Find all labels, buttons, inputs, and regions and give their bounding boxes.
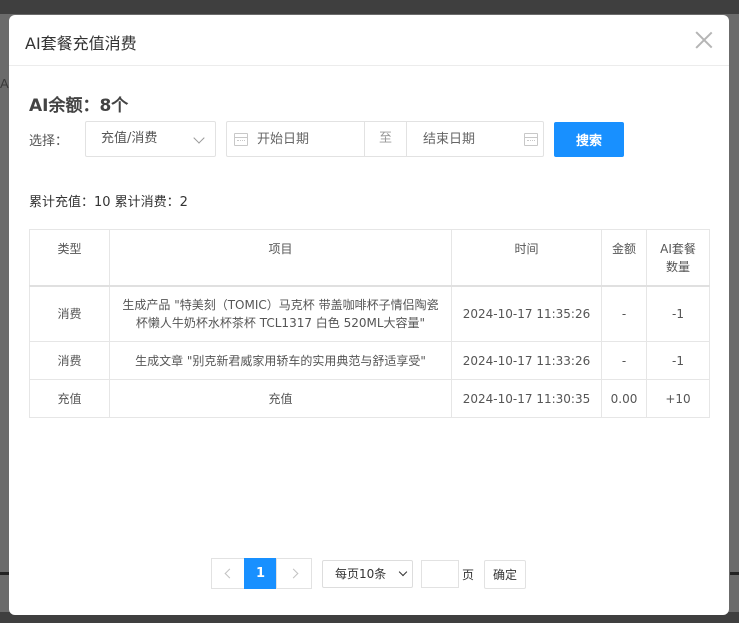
search-button[interactable]: 搜索	[554, 122, 624, 157]
cell-type: 消费	[29, 341, 110, 380]
start-date-input[interactable]	[257, 122, 362, 156]
chevron-right-icon	[288, 568, 299, 579]
page-unit-label: 页	[462, 568, 475, 582]
cell-quantity: -1	[646, 285, 710, 342]
column-header-type: 类型	[29, 229, 110, 286]
prev-page-button[interactable]	[211, 558, 245, 589]
confirm-jump-button[interactable]: 确定	[484, 560, 526, 589]
totals-summary: 累计充值：10 累计消费：2	[29, 195, 188, 210]
type-select-value: 充值/消费	[101, 131, 158, 146]
table-row: 消费 生成文章 "别克新君威家用轿车的实用典范与舒适享受" 2024-10-17…	[29, 341, 710, 380]
cell-amount: -	[601, 285, 647, 342]
close-icon[interactable]	[693, 29, 715, 51]
next-page-button[interactable]	[276, 558, 312, 589]
background-topbar	[0, 0, 739, 14]
cell-quantity: -1	[646, 341, 710, 380]
records-table: 类型 项目 时间 金额 AI套餐数量 消费 生成产品 "特美刻（TOMIC）马克…	[29, 229, 710, 418]
cell-item: 生成产品 "特美刻（TOMIC）马克杯 带盖咖啡杯子情侣陶瓷杯懒人牛奶杯水杯茶杯…	[109, 285, 452, 342]
calendar-icon	[524, 133, 538, 146]
cell-type: 消费	[29, 285, 110, 342]
filter-label: 选择：	[29, 134, 69, 149]
column-header-quantity: AI套餐数量	[646, 229, 710, 286]
calendar-icon	[234, 133, 248, 146]
dialog-title: AI套餐充值消费	[25, 34, 137, 53]
cell-time: 2024-10-17 11:33:26	[451, 341, 602, 380]
page-size-value: 每页10条	[335, 567, 387, 581]
cell-type: 充值	[29, 379, 110, 418]
column-header-item: 项目	[109, 229, 452, 286]
background-text: A	[0, 76, 9, 91]
page-jump-input[interactable]	[421, 560, 459, 588]
cell-time: 2024-10-17 11:30:35	[451, 379, 602, 418]
table-header-row: 类型 项目 时间 金额 AI套餐数量	[29, 229, 710, 286]
chevron-down-icon	[398, 567, 408, 577]
date-range-picker: 至	[226, 121, 544, 157]
chevron-down-icon	[193, 132, 205, 144]
type-select[interactable]: 充值/消费	[85, 121, 216, 157]
dialog-header: AI套餐充值消费	[9, 15, 729, 66]
column-header-amount: 金额	[601, 229, 647, 286]
page-size-select[interactable]: 每页10条	[322, 560, 413, 588]
cell-time: 2024-10-17 11:35:26	[451, 285, 602, 342]
cell-amount: -	[601, 341, 647, 380]
table-row: 充值 充值 2024-10-17 11:30:35 0.00 +10	[29, 379, 710, 418]
cell-amount: 0.00	[601, 379, 647, 418]
ai-balance: AI余额：8个	[29, 96, 129, 116]
cell-item: 充值	[109, 379, 452, 418]
chevron-left-icon	[224, 568, 235, 579]
date-range-separator: 至	[364, 122, 407, 156]
cell-item: 生成文章 "别克新君威家用轿车的实用典范与舒适享受"	[109, 341, 452, 380]
cell-quantity: +10	[646, 379, 710, 418]
background-stripe	[730, 572, 739, 575]
column-header-time: 时间	[451, 229, 602, 286]
recharge-consumption-dialog: AI套餐充值消费 AI余额：8个 选择： 充值/消费 至 搜索 累计充值：10 …	[9, 15, 729, 615]
table-row: 消费 生成产品 "特美刻（TOMIC）马克杯 带盖咖啡杯子情侣陶瓷杯懒人牛奶杯水…	[29, 285, 710, 342]
end-date-input[interactable]	[423, 122, 518, 156]
page-number-current[interactable]: 1	[244, 558, 277, 589]
